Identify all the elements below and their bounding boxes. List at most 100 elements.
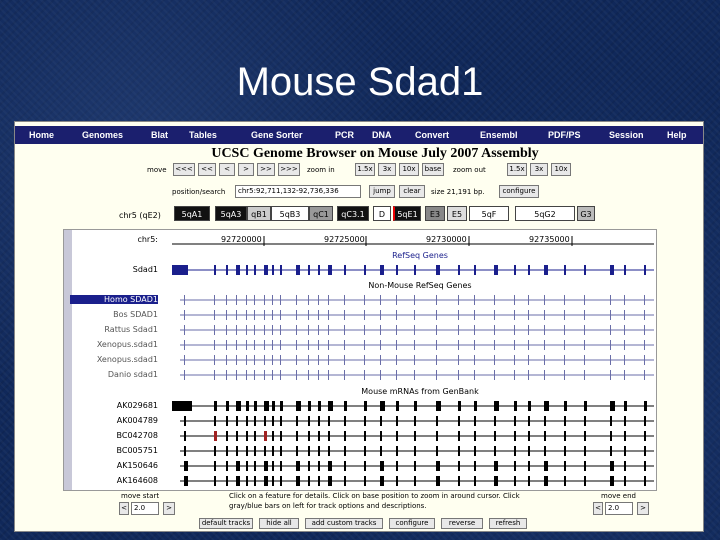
gene-exon <box>610 476 614 486</box>
gene-exon <box>396 401 399 411</box>
gene-exon <box>280 431 282 441</box>
default-tracks-button[interactable]: default tracks <box>199 518 253 529</box>
gene-exon <box>254 461 256 471</box>
nav-convert[interactable]: Convert <box>415 130 449 140</box>
nav-pcr[interactable]: PCR <box>335 130 354 140</box>
gene-exon <box>246 340 247 350</box>
clear-button[interactable]: clear <box>399 185 425 198</box>
gene-exon <box>380 310 381 320</box>
gene-exon <box>184 310 185 320</box>
gene-exon <box>246 416 248 426</box>
gene-exon <box>344 325 345 335</box>
track-graphics[interactable] <box>64 230 658 492</box>
band: 5qG2 <box>515 206 575 221</box>
gene-exon <box>514 431 516 441</box>
move-start-right-button[interactable]: > <box>163 502 175 515</box>
nav-home[interactable]: Home <box>29 130 54 140</box>
gene-exon <box>514 461 516 471</box>
gene-exon <box>364 431 366 441</box>
move-end-left-button[interactable]: < <box>593 502 603 515</box>
move-right-button[interactable]: > <box>238 163 254 176</box>
gene-exon <box>280 416 282 426</box>
gene-exon <box>296 476 300 486</box>
gene-exon <box>308 416 310 426</box>
gene-exon <box>280 461 282 471</box>
gene-exon <box>318 295 319 305</box>
configure-button[interactable]: configure <box>389 518 435 529</box>
gene-exon <box>254 295 255 305</box>
gene-exon <box>246 370 247 380</box>
gene-exon <box>264 355 265 365</box>
gene-exon <box>246 401 249 411</box>
zoom-out-10x-button[interactable]: 10x <box>551 163 571 176</box>
nav-tables[interactable]: Tables <box>189 130 217 140</box>
position-search-input[interactable]: chr5:92,711,132-92,736,336 <box>235 185 361 198</box>
gene-exon <box>280 370 281 380</box>
jump-button[interactable]: jump <box>369 185 395 198</box>
gene-exon <box>226 340 227 350</box>
gene-exon <box>436 310 437 320</box>
help-text-line2: gray/blue bars on left for track options… <box>229 502 427 510</box>
nav-gene-sorter[interactable]: Gene Sorter <box>251 130 303 140</box>
move-left-button[interactable]: < <box>219 163 235 176</box>
gene-exon <box>344 265 346 275</box>
zoom-out-3x-button[interactable]: 3x <box>530 163 548 176</box>
move-start-left-button[interactable]: < <box>119 502 129 515</box>
zoom-in-3x-button[interactable]: 3x <box>378 163 396 176</box>
gene-exon <box>328 325 329 335</box>
move-right-mid-button[interactable]: >> <box>257 163 275 176</box>
configure-button-top[interactable]: configure <box>499 185 539 198</box>
gene-exon <box>246 325 247 335</box>
gene-exon <box>584 340 585 350</box>
gene-exon <box>308 461 310 471</box>
gene-exon <box>564 310 565 320</box>
nav-dna[interactable]: DNA <box>372 130 392 140</box>
chromosome-ideogram[interactable]: 5qA1 5qA3 qB1 5qB3 qC1 qC3.1 D 5qE1 E3 E… <box>119 204 595 223</box>
gene-exon <box>380 431 382 441</box>
gene-exon <box>624 370 625 380</box>
gene-exon <box>380 476 384 486</box>
gene-exon <box>414 431 416 441</box>
nav-session[interactable]: Session <box>609 130 644 140</box>
gene-exon <box>644 370 645 380</box>
zoom-in-base-button[interactable]: base <box>422 163 444 176</box>
move-end-input[interactable]: 2.0 <box>605 502 633 515</box>
nav-pdf-ps[interactable]: PDF/PS <box>548 130 581 140</box>
gene-exon <box>364 355 365 365</box>
move-left-mid-button[interactable]: << <box>198 163 216 176</box>
track-image[interactable]: chr5: 92720000 92725000 92730000 9273500… <box>63 229 657 491</box>
gene-exon <box>236 401 241 411</box>
add-custom-tracks-button[interactable]: add custom tracks <box>305 518 383 529</box>
gene-exon <box>514 355 515 365</box>
gene-exon <box>236 416 238 426</box>
move-end-right-button[interactable]: > <box>637 502 649 515</box>
zoom-in-10x-button[interactable]: 10x <box>399 163 419 176</box>
gene-exon <box>214 401 217 411</box>
gene-exon <box>236 295 237 305</box>
gene-exon <box>296 310 297 320</box>
zoom-out-1-5x-button[interactable]: 1.5x <box>507 163 527 176</box>
gene-exon <box>254 416 256 426</box>
move-start-input[interactable]: 2.0 <box>131 502 159 515</box>
gene-exon <box>610 401 615 411</box>
reverse-button[interactable]: reverse <box>441 518 483 529</box>
gene-exon <box>318 416 320 426</box>
gene-exon <box>344 295 345 305</box>
gene-exon <box>172 265 188 275</box>
nav-ensembl[interactable]: Ensembl <box>480 130 518 140</box>
nav-blat[interactable]: Blat <box>151 130 168 140</box>
move-right-far-button[interactable]: >>> <box>278 163 300 176</box>
gene-exon <box>436 265 440 275</box>
zoom-in-1-5x-button[interactable]: 1.5x <box>355 163 375 176</box>
gene-exon <box>296 446 298 456</box>
gene-exon <box>644 461 646 471</box>
gene-exon <box>214 325 215 335</box>
gene-exon <box>226 416 228 426</box>
nav-genomes[interactable]: Genomes <box>82 130 123 140</box>
move-left-far-button[interactable]: <<< <box>173 163 195 176</box>
refresh-button[interactable]: refresh <box>489 518 527 529</box>
gene-exon <box>564 401 567 411</box>
gene-exon <box>280 265 282 275</box>
nav-help[interactable]: Help <box>667 130 687 140</box>
hide-all-button[interactable]: hide all <box>259 518 299 529</box>
